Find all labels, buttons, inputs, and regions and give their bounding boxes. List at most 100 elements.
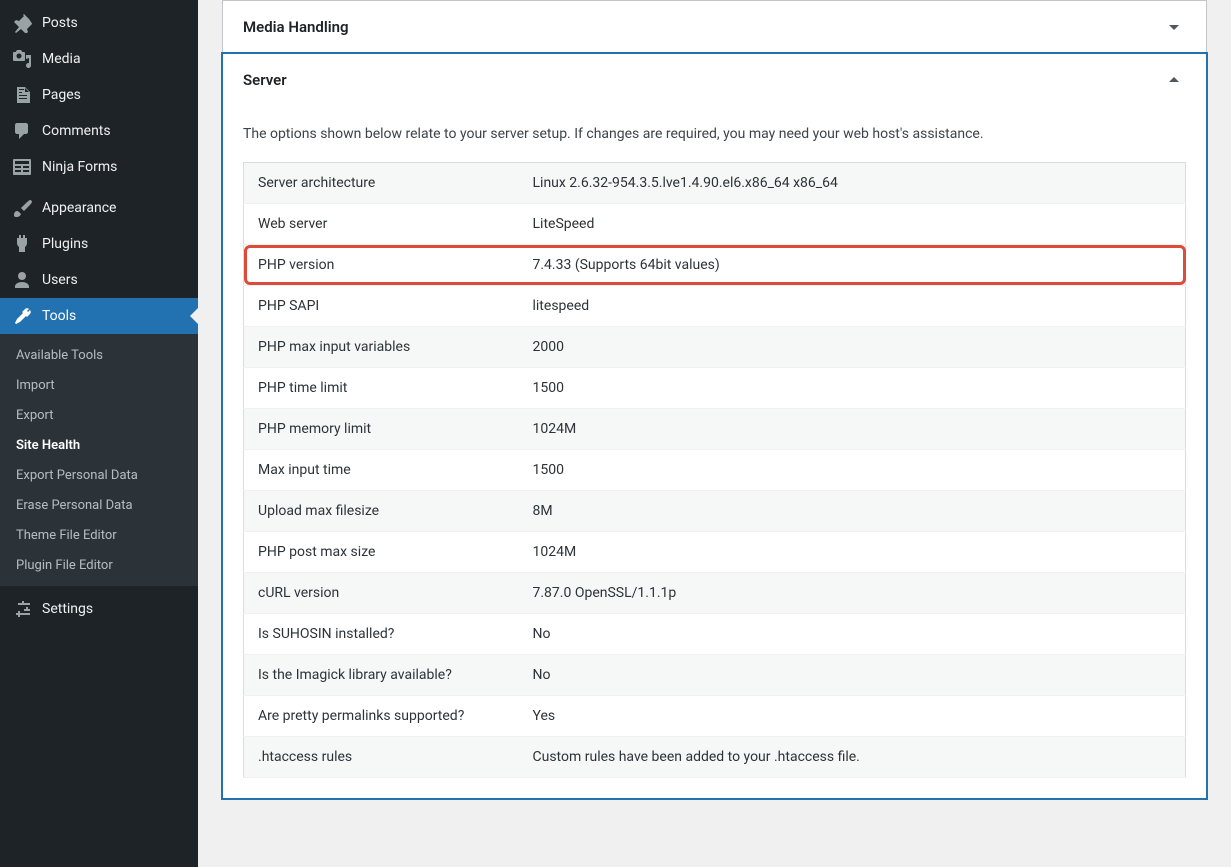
- sidebar-item-posts[interactable]: Posts: [0, 5, 198, 41]
- row-label: PHP SAPI: [244, 286, 519, 327]
- admin-sidebar: Posts Media Pages Comments Ninja Forms A…: [0, 0, 198, 867]
- row-label: Max input time: [244, 450, 519, 491]
- feedback-icon: [12, 157, 32, 177]
- sidebar-item-label: Users: [42, 272, 78, 288]
- submenu-label: Export Personal Data: [16, 468, 138, 483]
- row-label: Upload max filesize: [244, 491, 519, 532]
- submenu-item-site-health[interactable]: Site Health: [0, 430, 198, 460]
- sidebar-item-settings[interactable]: Settings: [0, 591, 198, 627]
- table-row: Upload max filesize8M: [244, 491, 1186, 532]
- submenu-label: Export: [16, 408, 54, 423]
- row-label: Is the Imagick library available?: [244, 655, 519, 696]
- row-value: 7.4.33 (Supports 64bit values): [519, 245, 1185, 286]
- submenu-label: Available Tools: [16, 348, 103, 363]
- main-content: Media Handling Server The options shown …: [198, 0, 1231, 867]
- table-row: Max input time1500: [244, 450, 1186, 491]
- pages-icon: [12, 85, 32, 105]
- sidebar-item-appearance[interactable]: Appearance: [0, 190, 198, 226]
- submenu-label: Theme File Editor: [16, 528, 117, 543]
- panel-server-toggle[interactable]: Server: [223, 54, 1206, 106]
- row-label: PHP memory limit: [244, 409, 519, 450]
- panel-title: Media Handling: [243, 18, 349, 36]
- sidebar-item-ninja-forms[interactable]: Ninja Forms: [0, 149, 198, 185]
- row-value: Linux 2.6.32-954.3.5.lve1.4.90.el6.x86_6…: [519, 163, 1185, 204]
- table-row: PHP SAPIlitespeed: [244, 286, 1186, 327]
- row-value: No: [519, 614, 1185, 655]
- table-row: Server architectureLinux 2.6.32-954.3.5.…: [244, 163, 1186, 204]
- submenu-item-import[interactable]: Import: [0, 370, 198, 400]
- row-label: PHP version: [244, 245, 519, 286]
- plug-icon: [12, 234, 32, 254]
- sidebar-item-comments[interactable]: Comments: [0, 113, 198, 149]
- submenu-item-export[interactable]: Export: [0, 400, 198, 430]
- row-label: Web server: [244, 204, 519, 245]
- table-row: PHP time limit1500: [244, 368, 1186, 409]
- row-label: PHP time limit: [244, 368, 519, 409]
- row-label: Server architecture: [244, 163, 519, 204]
- table-row: PHP post max size1024M: [244, 532, 1186, 573]
- table-row: PHP version7.4.33 (Supports 64bit values…: [244, 245, 1186, 286]
- table-row: Web serverLiteSpeed: [244, 204, 1186, 245]
- user-icon: [12, 270, 32, 290]
- table-row: PHP max input variables2000: [244, 327, 1186, 368]
- row-label: PHP post max size: [244, 532, 519, 573]
- submenu-item-erase-personal-data[interactable]: Erase Personal Data: [0, 490, 198, 520]
- sidebar-item-label: Plugins: [42, 236, 88, 252]
- row-value: Custom rules have been added to your .ht…: [519, 737, 1185, 778]
- row-value: 1500: [519, 368, 1185, 409]
- row-value: 1024M: [519, 532, 1185, 573]
- sidebar-item-label: Tools: [42, 308, 76, 324]
- panel-media-handling-toggle[interactable]: Media Handling: [223, 1, 1206, 53]
- row-value: Yes: [519, 696, 1185, 737]
- server-info-table: Server architectureLinux 2.6.32-954.3.5.…: [243, 162, 1186, 778]
- row-label: PHP max input variables: [244, 327, 519, 368]
- row-label: Is SUHOSIN installed?: [244, 614, 519, 655]
- sidebar-item-tools[interactable]: Tools: [0, 298, 198, 334]
- sidebar-item-pages[interactable]: Pages: [0, 77, 198, 113]
- table-row: Is SUHOSIN installed?No: [244, 614, 1186, 655]
- chevron-up-icon: [1162, 68, 1186, 92]
- media-icon: [12, 49, 32, 69]
- table-row: Is the Imagick library available?No: [244, 655, 1186, 696]
- sidebar-item-label: Ninja Forms: [42, 159, 117, 175]
- panel-server: Server The options shown below relate to…: [222, 53, 1207, 799]
- row-value: No: [519, 655, 1185, 696]
- panel-title: Server: [243, 71, 287, 89]
- table-row: Are pretty permalinks supported?Yes: [244, 696, 1186, 737]
- row-value: 1500: [519, 450, 1185, 491]
- table-row: .htaccess rulesCustom rules have been ad…: [244, 737, 1186, 778]
- submenu-label: Import: [16, 378, 55, 393]
- sidebar-item-label: Comments: [42, 123, 111, 139]
- tools-submenu: Available Tools Import Export Site Healt…: [0, 334, 198, 586]
- sidebar-item-users[interactable]: Users: [0, 262, 198, 298]
- pushpin-icon: [12, 13, 32, 33]
- panel-server-body: The options shown below relate to your s…: [223, 106, 1206, 798]
- submenu-item-export-personal-data[interactable]: Export Personal Data: [0, 460, 198, 490]
- submenu-item-available-tools[interactable]: Available Tools: [0, 340, 198, 370]
- comment-icon: [12, 121, 32, 141]
- submenu-label: Plugin File Editor: [16, 558, 113, 573]
- wrench-icon: [12, 306, 32, 326]
- row-value: LiteSpeed: [519, 204, 1185, 245]
- sidebar-item-label: Pages: [42, 87, 81, 103]
- sidebar-item-label: Appearance: [42, 200, 116, 216]
- panel-media-handling: Media Handling: [222, 0, 1207, 54]
- row-label: .htaccess rules: [244, 737, 519, 778]
- sidebar-item-plugins[interactable]: Plugins: [0, 226, 198, 262]
- sliders-icon: [12, 599, 32, 619]
- submenu-label: Site Health: [16, 438, 80, 453]
- submenu-label: Erase Personal Data: [16, 498, 133, 513]
- sidebar-item-media[interactable]: Media: [0, 41, 198, 77]
- sidebar-item-label: Posts: [42, 15, 78, 31]
- chevron-down-icon: [1162, 15, 1186, 39]
- row-label: cURL version: [244, 573, 519, 614]
- table-row: cURL version7.87.0 OpenSSL/1.1.1p: [244, 573, 1186, 614]
- row-label: Are pretty permalinks supported?: [244, 696, 519, 737]
- submenu-item-plugin-file-editor[interactable]: Plugin File Editor: [0, 550, 198, 580]
- row-value: 1024M: [519, 409, 1185, 450]
- row-value: 7.87.0 OpenSSL/1.1.1p: [519, 573, 1185, 614]
- row-value: litespeed: [519, 286, 1185, 327]
- submenu-item-theme-file-editor[interactable]: Theme File Editor: [0, 520, 198, 550]
- panel-server-description: The options shown below relate to your s…: [243, 106, 1186, 162]
- brush-icon: [12, 198, 32, 218]
